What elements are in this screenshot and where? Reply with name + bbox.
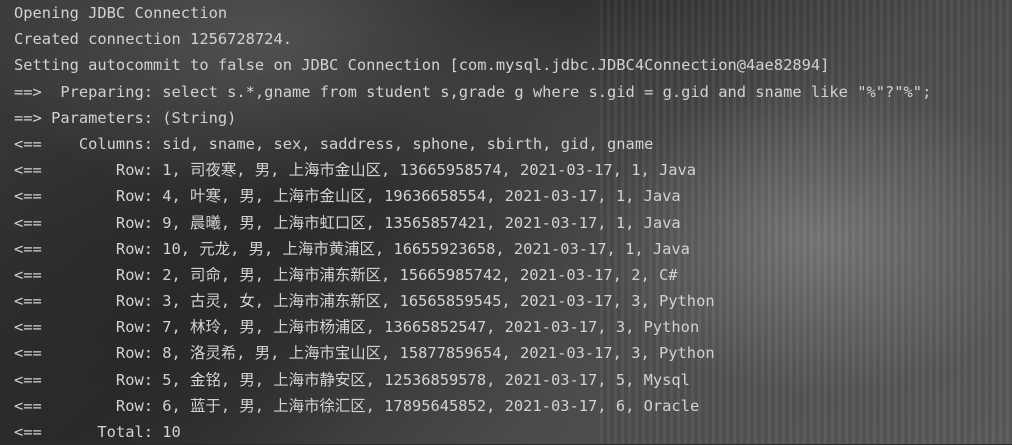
log-line-columns: <== Columns: sid, sname, sex, saddress, … xyxy=(14,134,654,153)
log-line-row: <== Row: 7, 林玲, 男, 上海市杨浦区, 13665852547, … xyxy=(14,318,700,337)
log-line-row: <== Row: 3, 古灵, 女, 上海市浦东新区, 16565859545,… xyxy=(14,292,715,311)
log-line-total: <== Total: 10 xyxy=(14,423,181,441)
console-output[interactable]: Opening JDBC Connection Created connecti… xyxy=(14,0,931,445)
log-line-row: <== Row: 6, 蓝于, 男, 上海市徐汇区, 17895645852, … xyxy=(14,396,700,415)
log-line-row: <== Row: 5, 金铭, 男, 上海市静安区, 12536859578, … xyxy=(14,370,690,389)
log-line-row: <== Row: 9, 晨曦, 男, 上海市虹口区, 13565857421, … xyxy=(14,213,681,232)
log-line-row: <== Row: 10, 元龙, 男, 上海市黄浦区, 16655923658,… xyxy=(14,239,690,258)
log-line-opening: Opening JDBC Connection xyxy=(14,4,228,22)
log-line-parameters: ==> Parameters: (String) xyxy=(14,108,237,127)
log-line-created: Created connection 1256728724. xyxy=(14,30,292,49)
log-line-row: <== Row: 4, 叶寒, 男, 上海市金山区, 19636658554, … xyxy=(14,187,681,206)
log-line-row: <== Row: 2, 司命, 男, 上海市浦东新区, 15665985742,… xyxy=(14,265,678,284)
log-line-preparing: ==> Preparing: select s.*,gname from stu… xyxy=(14,82,932,101)
log-line-row: <== Row: 1, 司夜寒, 男, 上海市金山区, 13665958574,… xyxy=(14,161,697,180)
log-line-row: <== Row: 8, 洛灵希, 男, 上海市宝山区, 15877859654,… xyxy=(14,344,715,363)
log-line-autocommit: Setting autocommit to false on JDBC Conn… xyxy=(14,56,830,75)
